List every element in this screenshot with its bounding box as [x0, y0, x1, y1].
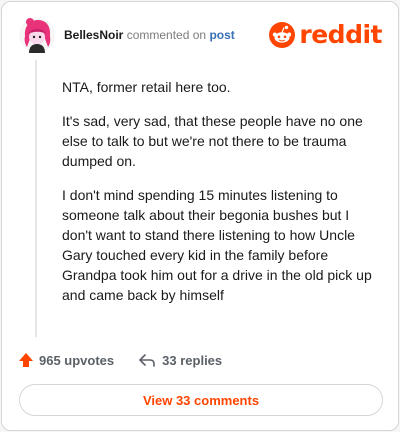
upvote-arrow-icon [19, 353, 33, 367]
avatar[interactable] [18, 16, 56, 54]
reply-arrow-icon [139, 354, 155, 367]
commented-text: commented on [126, 28, 207, 42]
comment-paragraph: I don't mind spending 15 minutes listeni… [62, 187, 372, 303]
comment-paragraph: It's sad, very sad, that these people ha… [62, 113, 363, 169]
comment-paragraph: NTA, former retail here too. [62, 79, 231, 95]
replies-button[interactable]: 33 replies [138, 352, 222, 368]
reddit-snoo-icon [269, 22, 296, 48]
upvote-button[interactable]: 965 upvotes [18, 352, 114, 368]
reddit-logo[interactable]: reddit [269, 20, 382, 50]
thread-line [35, 60, 37, 337]
comment-actions: 965 upvotes 33 replies [18, 350, 222, 370]
comment-body: NTA, former retail here too. It's sad, v… [62, 77, 378, 319]
upvote-count: 965 upvotes [39, 352, 115, 368]
comment-meta: BellesNoir commented on post [64, 28, 235, 42]
reddit-wordmark: reddit [299, 20, 382, 49]
view-comments-button[interactable]: View 33 comments [19, 384, 383, 416]
reply-count: 33 replies [162, 352, 223, 368]
post-link[interactable]: post [209, 28, 234, 42]
username[interactable]: BellesNoir [64, 28, 123, 42]
comment-card: BellesNoir commented on post reddit NTA,… [1, 1, 399, 431]
comment-header: BellesNoir commented on post reddit [18, 16, 382, 54]
